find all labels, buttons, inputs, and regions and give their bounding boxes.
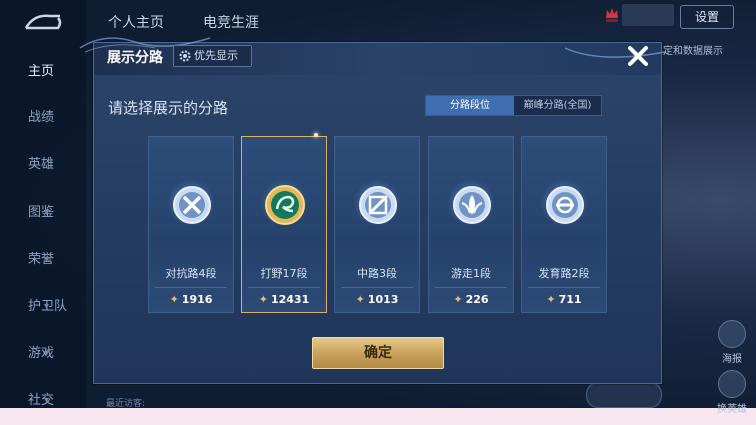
sidebar-item[interactable]: 主页 <box>0 62 86 82</box>
score-icon: ✦ <box>169 293 179 306</box>
sidebar-item[interactable]: 社交 ▾ <box>0 391 86 411</box>
card-divider <box>435 287 507 288</box>
notice-tag <box>622 4 674 26</box>
sidebar-item[interactable]: 护卫队 ▾ <box>0 297 86 317</box>
sidebar-item[interactable]: 战绩 <box>0 108 86 128</box>
sidebar-item-label: 游戏 <box>28 346 55 361</box>
sidebar-item-label: 战绩 <box>28 110 55 125</box>
sidebar-item-label: 社交 <box>28 393 55 408</box>
sidebar-item[interactable]: 荣誉 ▾ <box>0 250 86 270</box>
card-divider <box>341 287 413 288</box>
sidebar-item[interactable]: 英雄 <box>0 155 86 175</box>
sidebar-item-label: 荣誉 <box>28 252 55 267</box>
chevron-down-icon: ▾ <box>44 207 50 218</box>
card-score-value: 226 <box>465 293 489 306</box>
chevron-down-icon: ▾ <box>44 348 50 359</box>
card-score: ✦ 1013 <box>335 293 419 306</box>
swap-hero-label: 换英雄 <box>717 404 747 415</box>
card-score-value: 1013 <box>367 293 399 306</box>
tab-profile[interactable]: 个人主页 <box>108 12 164 32</box>
poster-icon <box>718 320 746 348</box>
card-label: 游走1段 <box>451 267 491 280</box>
jungle-dragon-icon <box>265 185 305 225</box>
roam-icon <box>453 186 491 224</box>
score-icon: ✦ <box>546 293 556 306</box>
dialog-subtitle: 请选择展示的分路 <box>108 99 229 117</box>
lane-card-farm[interactable]: 发育路2段 ✦ 711 <box>521 136 607 313</box>
poster-label: 海报 <box>722 354 742 365</box>
card-label: 对抗路4段 <box>165 267 217 280</box>
preference-label: 优先显示 <box>194 49 238 62</box>
card-label: 中路3段 <box>357 267 397 280</box>
tab-esports[interactable]: 电竞生涯 <box>203 12 259 32</box>
card-label: 发育路2段 <box>538 267 590 280</box>
chevron-down-icon: ▾ <box>44 395 50 406</box>
card-label: 打野17段 <box>260 267 308 280</box>
card-score: ✦ 12431 <box>242 293 326 306</box>
back-icon[interactable] <box>20 8 64 36</box>
lane-mode-toggle: 分路段位 巅峰分路(全国) <box>425 95 602 116</box>
bottom-strip <box>0 408 756 425</box>
right-peek-text: 定和数据展示 <box>663 46 723 57</box>
lane-card-roam[interactable]: 游走1段 ✦ 226 <box>428 136 514 313</box>
gear-icon <box>179 50 191 62</box>
sidebar-item[interactable]: 图鉴 ▾ <box>0 203 86 223</box>
score-icon: ✦ <box>453 293 463 306</box>
swap-hero-icon <box>718 370 746 398</box>
swap-hero-button[interactable]: 换英雄 <box>710 370 754 415</box>
score-icon: ✦ <box>258 293 268 306</box>
lane-card-clash[interactable]: 对抗路4段 ✦ 1916 <box>148 136 234 313</box>
preference-button[interactable]: 优先显示 <box>173 45 252 67</box>
selected-sparkle <box>314 133 318 137</box>
sidebar-item-label: 英雄 <box>28 157 55 172</box>
sidebar-item-label: 主页 <box>28 64 55 79</box>
chevron-down-icon: ▾ <box>44 301 50 312</box>
lane-card-jungle[interactable]: 打野17段 ✦ 12431 <box>241 136 327 313</box>
toggle-peak-lane[interactable]: 巅峰分路(全国) <box>514 96 601 115</box>
lane-card-mid[interactable]: 中路3段 ✦ 1013 <box>334 136 420 313</box>
settings-button[interactable]: 设置 <box>680 5 734 29</box>
chevron-down-icon: ▾ <box>44 254 50 265</box>
card-score-value: 12431 <box>270 293 310 306</box>
card-score-value: 1916 <box>181 293 213 306</box>
sidebar-item-label: 图鉴 <box>28 205 55 220</box>
close-icon[interactable] <box>622 42 654 72</box>
mid-lane-icon <box>359 186 397 224</box>
farm-lane-icon <box>546 186 584 224</box>
poster-button[interactable]: 海报 <box>710 320 754 365</box>
crown-icon <box>606 8 618 22</box>
card-score-value: 711 <box>558 293 582 306</box>
confirm-button[interactable]: 确定 <box>312 337 444 369</box>
clash-lane-icon <box>173 186 211 224</box>
card-score: ✦ 226 <box>429 293 513 306</box>
play-button[interactable] <box>586 382 662 408</box>
card-score: ✦ 1916 <box>149 293 233 306</box>
card-score: ✦ 711 <box>522 293 606 306</box>
score-icon: ✦ <box>355 293 365 306</box>
dialog-title: 展示分路 <box>107 50 163 66</box>
card-divider <box>528 287 600 288</box>
toggle-lane-rank[interactable]: 分路段位 <box>426 96 514 115</box>
card-divider <box>155 287 227 288</box>
card-divider <box>248 287 320 288</box>
recent-visitors-label: 最近访客: <box>106 399 146 409</box>
sidebar-item[interactable]: 游戏 ▾ <box>0 344 86 364</box>
